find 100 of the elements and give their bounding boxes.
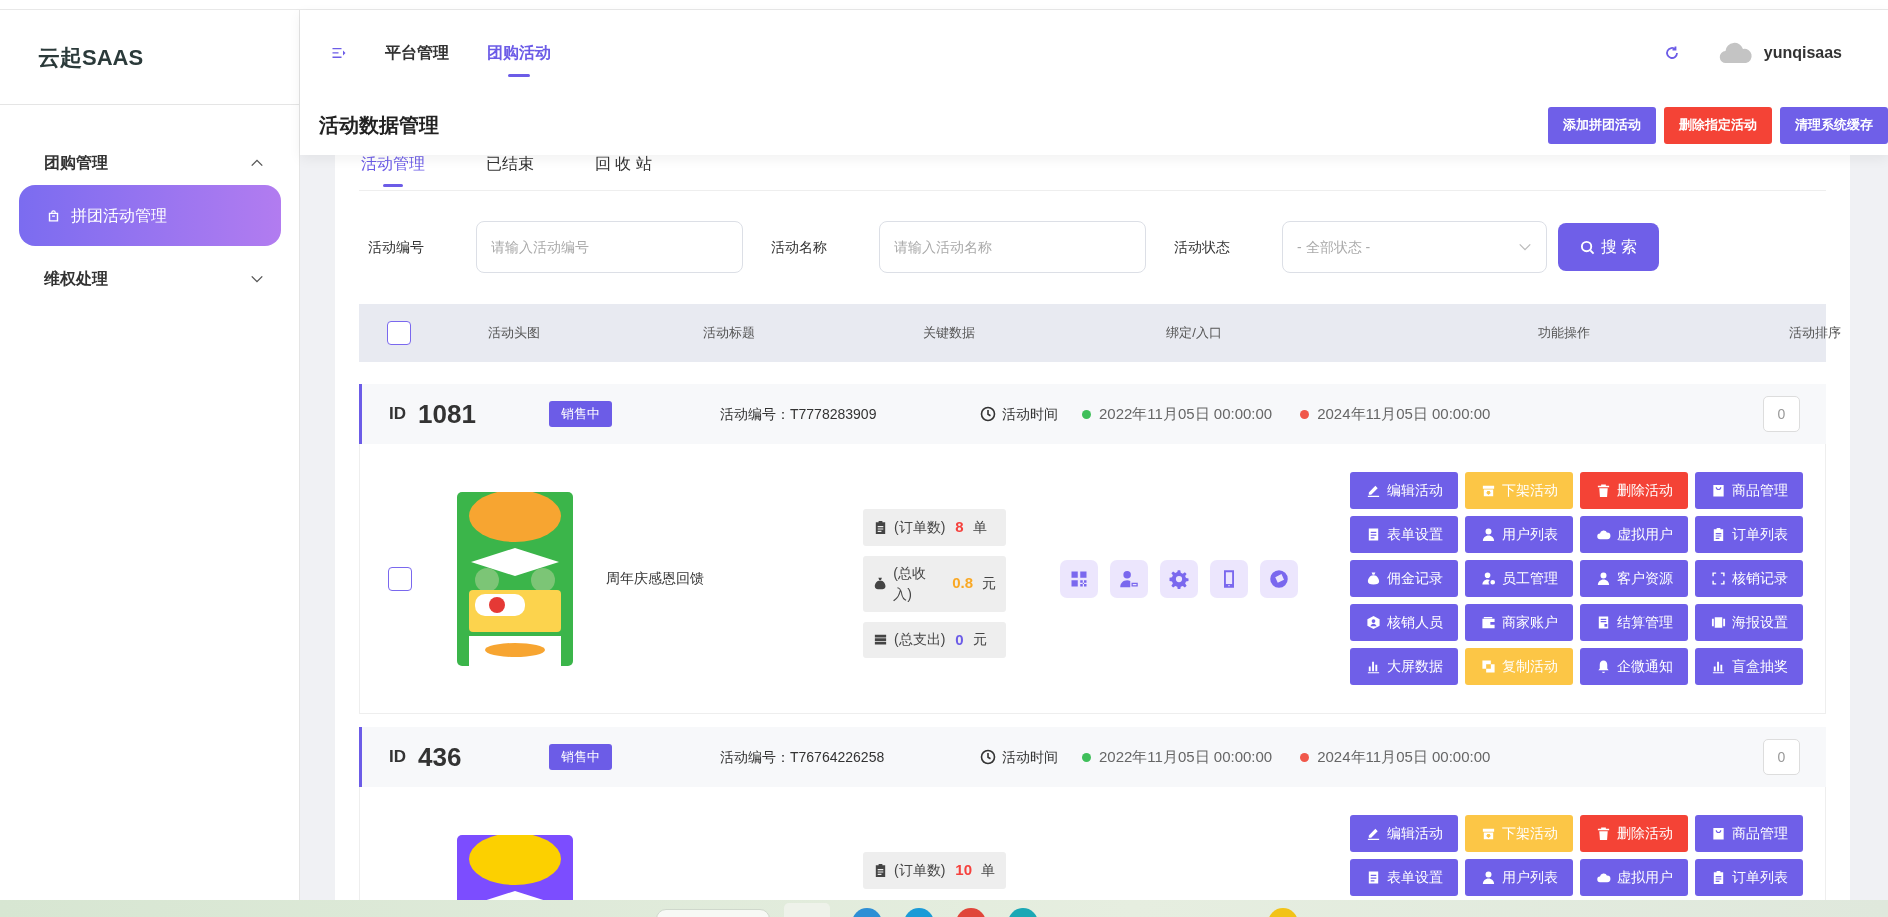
nav-tab[interactable]: 团购活动 bbox=[487, 26, 551, 79]
action-button[interactable]: 商品管理 bbox=[1695, 472, 1803, 509]
user-name[interactable]: yunqisaas bbox=[1763, 40, 1842, 65]
time-label: 活动时间 bbox=[1002, 404, 1058, 424]
column-header: 活动头图 bbox=[488, 324, 540, 343]
menu-item[interactable]: 拼团活动管理 bbox=[19, 185, 281, 246]
input-field[interactable]: 请输入活动编号 bbox=[476, 221, 743, 273]
box-icon bbox=[1480, 826, 1496, 841]
action-button[interactable]: 海报设置 bbox=[1695, 604, 1803, 641]
user-link-button[interactable] bbox=[1110, 559, 1148, 598]
action-button[interactable]: 删除活动 bbox=[1580, 472, 1688, 509]
stat-unit: 元 bbox=[972, 630, 987, 650]
start-dot bbox=[1082, 409, 1091, 419]
search-button[interactable]: 搜 索 bbox=[1558, 223, 1659, 271]
action-button[interactable]: 虚拟用户 bbox=[1580, 516, 1688, 553]
user-icon bbox=[1480, 527, 1496, 542]
wallet-icon bbox=[1480, 615, 1496, 630]
checkbox[interactable] bbox=[388, 566, 412, 591]
action-button[interactable]: 员工管理 bbox=[1465, 560, 1573, 597]
clock-icon bbox=[980, 406, 996, 422]
tab[interactable]: 已结束 bbox=[486, 155, 534, 187]
filter-label: 活动编号 bbox=[368, 237, 424, 257]
action-button[interactable]: 虚拟用户 bbox=[1580, 859, 1688, 896]
time-label: 活动时间 bbox=[1002, 747, 1058, 767]
activity-code: 活动编号：T76764226258 bbox=[720, 747, 886, 767]
start-dot bbox=[1082, 752, 1091, 762]
user-gear-icon bbox=[1480, 571, 1496, 586]
copy-icon bbox=[1480, 659, 1496, 674]
action-button[interactable]: 客户资源 bbox=[1580, 560, 1688, 597]
stat-label: (订单数) bbox=[894, 860, 946, 880]
trash-icon bbox=[1595, 826, 1611, 841]
clipboard-icon bbox=[873, 519, 888, 535]
tab[interactable]: 回 收 站 bbox=[595, 155, 652, 187]
tab[interactable]: 活动管理 bbox=[361, 155, 425, 187]
action-button[interactable]: 编辑活动 bbox=[1350, 472, 1458, 509]
refresh-icon[interactable] bbox=[1663, 44, 1680, 61]
cloud-icon bbox=[1595, 870, 1611, 885]
column-header: 关键数据 bbox=[923, 324, 975, 343]
sort-input[interactable]: 0 bbox=[1763, 739, 1800, 775]
action-button[interactable]: 编辑活动 bbox=[1350, 815, 1458, 852]
header-button[interactable]: 添加拼团活动 bbox=[1548, 106, 1656, 144]
action-button[interactable]: 盲盒抽奖 bbox=[1695, 648, 1803, 685]
phone-button[interactable] bbox=[1210, 559, 1248, 598]
action-button[interactable]: 表单设置 bbox=[1350, 859, 1458, 896]
input-field[interactable]: 请输入活动名称 bbox=[879, 221, 1146, 273]
pencil-icon bbox=[1365, 826, 1381, 841]
action-button[interactable]: 订单列表 bbox=[1695, 859, 1803, 896]
avatar-icon bbox=[1717, 40, 1754, 65]
action-button[interactable]: 订单列表 bbox=[1695, 516, 1803, 553]
column-header: 功能操作 bbox=[1538, 324, 1590, 343]
id-label: ID bbox=[389, 403, 406, 426]
action-button[interactable]: 商家账户 bbox=[1465, 604, 1573, 641]
money-bag-icon bbox=[1365, 571, 1381, 586]
bag-icon bbox=[1710, 483, 1726, 498]
header-button[interactable]: 清理系统缓存 bbox=[1780, 106, 1888, 144]
filter-label: 活动名称 bbox=[771, 237, 827, 257]
pencil-icon bbox=[1365, 483, 1381, 498]
box-icon bbox=[1480, 483, 1496, 498]
logo-text: 云起SAAS bbox=[38, 43, 144, 72]
action-button[interactable]: 商品管理 bbox=[1695, 815, 1803, 852]
start-time: 2022年11月05日 00:00:00 bbox=[1099, 403, 1273, 424]
action-button[interactable]: 表单设置 bbox=[1350, 516, 1458, 553]
action-button[interactable]: 用户列表 bbox=[1465, 859, 1573, 896]
start-time: 2022年11月05日 00:00:00 bbox=[1099, 746, 1273, 767]
stat-label: (总收入) bbox=[893, 563, 927, 604]
bar-chart-icon bbox=[1710, 659, 1726, 674]
end-time: 2024年11月05日 00:00:00 bbox=[1317, 746, 1491, 767]
action-button[interactable]: 佣金记录 bbox=[1350, 560, 1458, 597]
action-button[interactable]: 核销人员 bbox=[1350, 604, 1458, 641]
menu-group[interactable]: 团购管理 bbox=[0, 141, 299, 185]
action-button[interactable]: 大屏数据 bbox=[1350, 648, 1458, 685]
stat-value: 0.8 bbox=[952, 573, 973, 594]
clock-icon bbox=[980, 749, 996, 765]
action-button[interactable]: 结算管理 bbox=[1580, 604, 1688, 641]
stat-label: (总支出) bbox=[894, 630, 946, 650]
stat-value: 0 bbox=[955, 629, 964, 650]
clipboard-icon bbox=[873, 862, 888, 878]
checkbox[interactable] bbox=[387, 321, 411, 345]
bar-chart-icon bbox=[1365, 659, 1381, 674]
sort-input[interactable]: 0 bbox=[1763, 396, 1800, 432]
settings-button[interactable] bbox=[1160, 559, 1198, 598]
action-button[interactable]: 用户列表 bbox=[1465, 516, 1573, 553]
bag-icon bbox=[46, 208, 61, 223]
activity-code: 活动编号：T7778283909 bbox=[720, 404, 878, 424]
menu-group[interactable]: 维权处理 bbox=[0, 257, 299, 301]
id-label: ID bbox=[389, 746, 406, 769]
nav-tab[interactable]: 平台管理 bbox=[385, 26, 449, 79]
end-time: 2024年11月05日 00:00:00 bbox=[1317, 403, 1491, 424]
action-button[interactable]: 核销记录 bbox=[1695, 560, 1803, 597]
user-icon bbox=[1595, 571, 1611, 586]
stat-unit: 单 bbox=[972, 517, 987, 537]
select-field[interactable]: - 全部状态 - bbox=[1282, 221, 1547, 273]
header-button[interactable]: 删除指定活动 bbox=[1664, 106, 1772, 144]
qr-code-button[interactable] bbox=[1060, 559, 1098, 598]
status-badge: 销售中 bbox=[549, 401, 612, 427]
stat-unit: 元 bbox=[982, 574, 996, 593]
trash-icon bbox=[1595, 483, 1611, 498]
action-button[interactable]: 删除活动 bbox=[1580, 815, 1688, 852]
user-badge-icon bbox=[1365, 615, 1381, 630]
action-button[interactable]: 企微通知 bbox=[1580, 648, 1688, 685]
